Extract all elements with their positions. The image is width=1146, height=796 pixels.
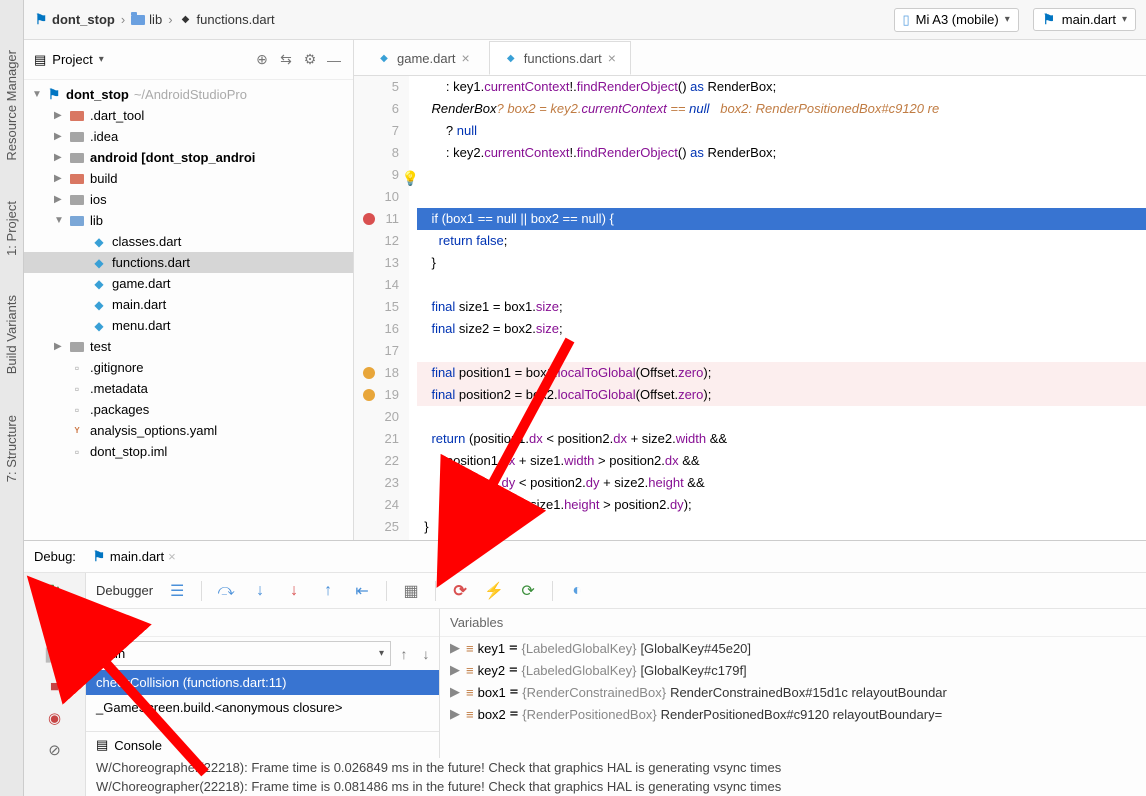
annotation-arrows <box>0 0 1146 796</box>
